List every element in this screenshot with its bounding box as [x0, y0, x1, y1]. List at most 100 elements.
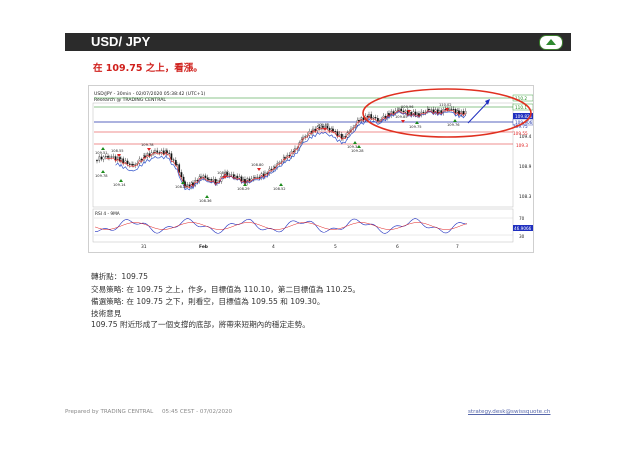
- up-triangle-icon: [546, 39, 556, 45]
- candle-body: [402, 110, 405, 113]
- candle-body: [156, 150, 159, 153]
- candle-body: [210, 179, 213, 181]
- rsi-axis-label: 46.9066: [514, 226, 532, 231]
- price-annotation: 108.70: [217, 171, 230, 175]
- level-tag: 109.3: [516, 143, 528, 148]
- candle-body: [392, 111, 395, 114]
- trading-strategy: 交易策略: 在 109.75 之上，作多，目標值為 110.10，第二目標值為 …: [91, 285, 360, 294]
- footer-email-link[interactable]: strategy.desk@swissquote.ch: [468, 409, 550, 415]
- alternative-strategy: 備選策略: 在 109.75 之下，則看空，目標值為 109.55 和 109.…: [91, 297, 325, 306]
- price-annotation: 108.52: [273, 187, 286, 191]
- marker-triangle-icon: [279, 183, 283, 186]
- price-annotation: 109.78: [95, 174, 108, 178]
- rsi-axis-label: 30: [519, 234, 525, 239]
- candle-body: [208, 179, 210, 181]
- price-annotation: 109.28: [351, 149, 364, 153]
- footer-prepared-by: Prepared by TRADING CENTRAL: [65, 409, 154, 415]
- candle-body: [140, 158, 143, 161]
- candle-body: [204, 175, 207, 178]
- candle-body: [284, 157, 286, 159]
- scroll-top-button[interactable]: [539, 35, 563, 50]
- candle-body: [172, 159, 175, 161]
- price-annotation: 110.02: [439, 103, 452, 107]
- candle-body: [188, 184, 191, 187]
- candle-body: [114, 156, 117, 160]
- candle-body: [422, 111, 425, 113]
- candle-body: [126, 160, 129, 165]
- candlestick-series: [96, 105, 467, 190]
- candle-body: [410, 112, 413, 115]
- price-annotation: 109.75: [409, 125, 422, 129]
- price-annotation: 108.36: [199, 199, 212, 203]
- candle-body: [134, 164, 137, 166]
- candle-body: [110, 156, 113, 158]
- candle-body: [148, 153, 151, 156]
- footer-timestamp: 05:45 CEST - 07/02/2020: [162, 409, 233, 415]
- candle-body: [180, 172, 183, 178]
- candle-body: [256, 176, 259, 178]
- marker-triangle-icon: [353, 141, 357, 144]
- candle-body: [430, 109, 433, 111]
- candle-body: [176, 164, 178, 166]
- marker-triangle-icon: [401, 120, 405, 123]
- marker-triangle-icon: [323, 128, 327, 131]
- candle-body: [400, 108, 403, 112]
- marker-triangle-icon: [101, 147, 105, 150]
- x-tick: 4: [272, 244, 275, 250]
- candle-body: [334, 131, 337, 132]
- page-title: USD/ JPY: [91, 34, 151, 49]
- candle-body: [104, 156, 107, 158]
- candle-body: [192, 182, 194, 186]
- price-annotation: 108.80: [251, 163, 264, 167]
- price-annotation: 109.96: [401, 105, 414, 109]
- candle-body: [278, 162, 281, 164]
- level-tag: 110.1: [515, 105, 527, 110]
- candle-body: [182, 176, 185, 182]
- price-axis-label: 108.3: [519, 194, 532, 200]
- pivot-point: 轉折點：109.75: [91, 272, 148, 281]
- rsi-label: RSI 4 - 9MA: [95, 211, 120, 217]
- candle-body: [170, 153, 173, 160]
- candle-body: [372, 117, 375, 119]
- candle-body: [212, 179, 215, 181]
- x-tick: 5: [334, 244, 337, 250]
- x-tick: 31: [141, 244, 147, 250]
- forecast-arrow: [467, 101, 489, 124]
- marker-triangle-icon: [101, 170, 105, 173]
- candle-body: [162, 150, 165, 154]
- candle-body: [254, 177, 256, 178]
- candle-body: [168, 152, 171, 154]
- candle-body: [100, 156, 103, 160]
- candle-body: [440, 110, 443, 113]
- page-header: USD/ JPY: [65, 33, 571, 51]
- price-annotation: 108.29: [237, 187, 250, 191]
- rsi-pane: [92, 208, 514, 243]
- commentary-text: 109.75 附近形成了一個支撐的底部，將帶來短期內的穩定走勢。: [91, 320, 310, 329]
- marker-triangle-icon: [257, 168, 261, 171]
- candle-body: [448, 108, 450, 110]
- candle-body: [200, 176, 202, 178]
- x-tick: 7: [456, 244, 459, 250]
- price-chart: USD/JPY - 30min - 02/07/2020 05:38:42 (U…: [88, 85, 534, 253]
- price-annotations: 109.51 109.78 108.55 109.14 109.78 108.25 108.…: [95, 103, 460, 203]
- marker-triangle-icon: [415, 121, 419, 124]
- price-annotation: 109.76: [447, 123, 460, 127]
- marker-triangle-icon: [119, 179, 123, 182]
- candle-body: [450, 108, 453, 110]
- price-annotation: 109.14: [113, 183, 126, 187]
- rsi-line: [94, 218, 468, 234]
- candle-body: [144, 155, 146, 158]
- headline: 在 109.75 之上，看漲。: [93, 63, 203, 74]
- candle-body: [248, 178, 251, 181]
- candle-body: [454, 109, 457, 113]
- candle-body: [462, 111, 465, 115]
- candle-body: [336, 131, 339, 136]
- candle-body: [388, 113, 390, 116]
- candle-body: [234, 175, 236, 178]
- x-tick: Feb: [199, 244, 208, 250]
- candle-body: [236, 175, 239, 179]
- candle-body: [174, 160, 177, 165]
- candle-body: [132, 164, 134, 166]
- marker-triangle-icon: [205, 195, 209, 198]
- candle-body: [98, 156, 101, 161]
